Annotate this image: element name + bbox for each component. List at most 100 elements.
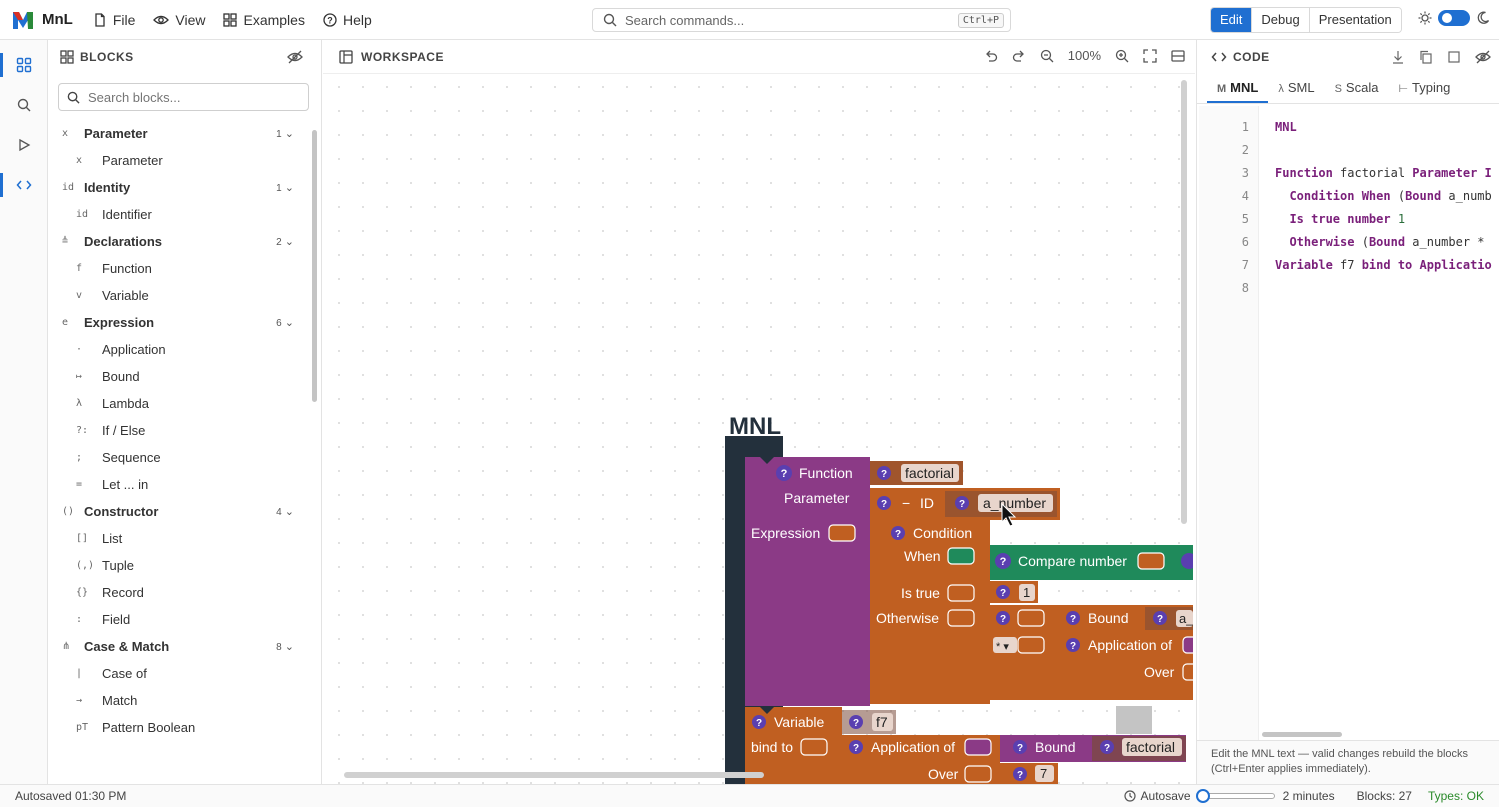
block-palette-item[interactable]: [] List (48, 525, 310, 552)
autosave-interval: 2 minutes (1282, 789, 1335, 803)
code-line[interactable]: MNL (1275, 120, 1297, 143)
function-label: Function (799, 465, 853, 481)
rail-search-button[interactable] (0, 87, 48, 123)
blocks-scrollbar[interactable] (312, 130, 317, 402)
theme-toggle[interactable] (1438, 10, 1470, 26)
application-fn-socket-2[interactable] (964, 738, 992, 756)
block-palette-item[interactable]: {} Record (48, 579, 310, 606)
block-palette-item[interactable]: · Application (48, 336, 310, 363)
otherwise-socket[interactable] (947, 609, 975, 627)
workspace-vertical-scrollbar[interactable] (1181, 80, 1187, 524)
block-category[interactable]: () Constructor 4 (48, 498, 310, 525)
block-symbol: λ (76, 398, 83, 409)
code-language-tabs: M MNL λ SML S Scala ⊢ Typing (1197, 74, 1499, 104)
category-count[interactable]: 1 (276, 127, 294, 140)
eye-off-icon[interactable] (287, 50, 303, 64)
undo-icon[interactable] (984, 49, 998, 63)
block-palette-item[interactable]: x Parameter (48, 147, 310, 174)
over-socket[interactable] (1182, 663, 1193, 681)
rail-code-button[interactable] (0, 167, 48, 203)
layout-panel-icon[interactable] (1171, 49, 1185, 63)
block-palette-item[interactable]: pT Pattern Boolean (48, 714, 310, 741)
bind-to-socket[interactable] (800, 738, 828, 756)
block-name: Pattern Boolean (102, 720, 196, 735)
expression-socket[interactable] (828, 524, 856, 542)
rail-blocks-button[interactable] (0, 47, 48, 83)
block-palette-item[interactable]: = Let ... in (48, 471, 310, 498)
mode-presentation-button[interactable]: Presentation (1309, 8, 1401, 32)
code-line[interactable]: Otherwise (Bound a_number * (1275, 235, 1484, 258)
menu-file[interactable]: File (85, 6, 144, 34)
when-socket[interactable] (947, 547, 975, 565)
slider-thumb[interactable] (1195, 789, 1210, 803)
zoom-in-icon[interactable] (1115, 49, 1129, 63)
fit-screen-icon[interactable] (1143, 48, 1157, 63)
category-count[interactable]: 2 (276, 235, 294, 248)
blocks-search-input[interactable] (88, 89, 288, 105)
code-editor[interactable]: 1 MNL 2 3 Function factorial Parameter I 4 Co… (1199, 106, 1499, 746)
category-count[interactable]: 4 (276, 505, 294, 518)
tab-sml[interactable]: λ SML (1268, 74, 1324, 103)
block-symbol: = (76, 479, 83, 490)
blocks-search[interactable] (58, 83, 309, 111)
category-count[interactable]: 1 (276, 181, 294, 194)
workspace-horizontal-scrollbar[interactable] (344, 772, 764, 778)
over-value-text-2: 7 (1040, 766, 1047, 781)
category-count[interactable]: 6 (276, 316, 294, 329)
block-name: Lambda (102, 396, 149, 411)
arith-socket-right[interactable] (1017, 636, 1045, 654)
block-category[interactable]: id Identity 1 (48, 174, 310, 201)
code-line[interactable]: Variable f7 bind to Applicatio (1275, 258, 1492, 281)
block-palette-item[interactable]: ; Sequence (48, 444, 310, 471)
mode-debug-button[interactable]: Debug (1252, 8, 1310, 32)
code-line[interactable]: Condition When (Bound a_numb (1275, 189, 1491, 212)
tab-scala[interactable]: S Scala (1325, 74, 1389, 103)
rail-run-button[interactable] (0, 127, 48, 163)
block-category[interactable]: ≜ Declarations 2 (48, 228, 310, 255)
menu-help[interactable]: ? Help (315, 6, 380, 34)
block-palette-item[interactable]: f Function (48, 255, 310, 282)
command-search[interactable]: Search commands... Ctrl+P (592, 8, 1011, 32)
workspace-canvas[interactable]: MNL ? Function Parameter Expression ? fa… (327, 75, 1193, 784)
code-horizontal-scrollbar[interactable] (1262, 732, 1342, 737)
code-token: Bound (1405, 189, 1442, 203)
over-socket-2[interactable] (964, 765, 992, 783)
zoom-out-icon[interactable] (1040, 49, 1054, 63)
autosave-interval-slider[interactable] (1195, 789, 1275, 803)
application-fn-socket[interactable] (1182, 636, 1193, 654)
eye-off-icon[interactable] (1475, 50, 1491, 64)
block-palette-item[interactable]: | Case of (48, 660, 310, 687)
block-category[interactable]: x Parameter 1 (48, 120, 310, 147)
over-label: Over (1144, 664, 1175, 680)
block-palette-item[interactable]: ?: If / Else (48, 417, 310, 444)
block-name: Function (102, 261, 152, 276)
block-palette-item[interactable]: (,) Tuple (48, 552, 310, 579)
tab-mnl[interactable]: M MNL (1207, 74, 1269, 103)
app-logo[interactable]: MnL (12, 10, 73, 30)
block-palette-item[interactable]: λ Lambda (48, 390, 310, 417)
copy-icon[interactable] (1419, 50, 1433, 64)
arith-socket-left[interactable] (1017, 609, 1045, 627)
block-palette-item[interactable]: : Field (48, 606, 310, 633)
download-icon[interactable] (1391, 50, 1405, 64)
block-category[interactable]: ⋔ Case & Match 8 (48, 633, 310, 660)
redo-icon[interactable] (1012, 49, 1026, 63)
mode-edit-button[interactable]: Edit (1211, 8, 1253, 32)
block-palette-item[interactable]: v Variable (48, 282, 310, 309)
menu-examples[interactable]: Examples (215, 6, 312, 34)
maximize-icon[interactable] (1447, 50, 1461, 64)
block-name: Record (102, 585, 144, 600)
block-palette-item[interactable]: → Match (48, 687, 310, 714)
block-category[interactable]: e Expression 6 (48, 309, 310, 336)
category-count[interactable]: 8 (276, 640, 294, 653)
block-palette-item[interactable]: ↦ Bound (48, 363, 310, 390)
code-line[interactable]: Is true number 1 (1275, 212, 1405, 235)
menu-view[interactable]: View (145, 6, 213, 34)
code-line[interactable]: Function factorial Parameter I (1275, 166, 1492, 189)
compare-socket-left[interactable] (1137, 552, 1165, 570)
help-mark: ? (1000, 588, 1006, 599)
is-true-socket[interactable] (947, 584, 975, 602)
tab-typing[interactable]: ⊢ Typing (1388, 74, 1460, 103)
collapse-dash[interactable]: − (902, 495, 910, 511)
block-palette-item[interactable]: id Identifier (48, 201, 310, 228)
